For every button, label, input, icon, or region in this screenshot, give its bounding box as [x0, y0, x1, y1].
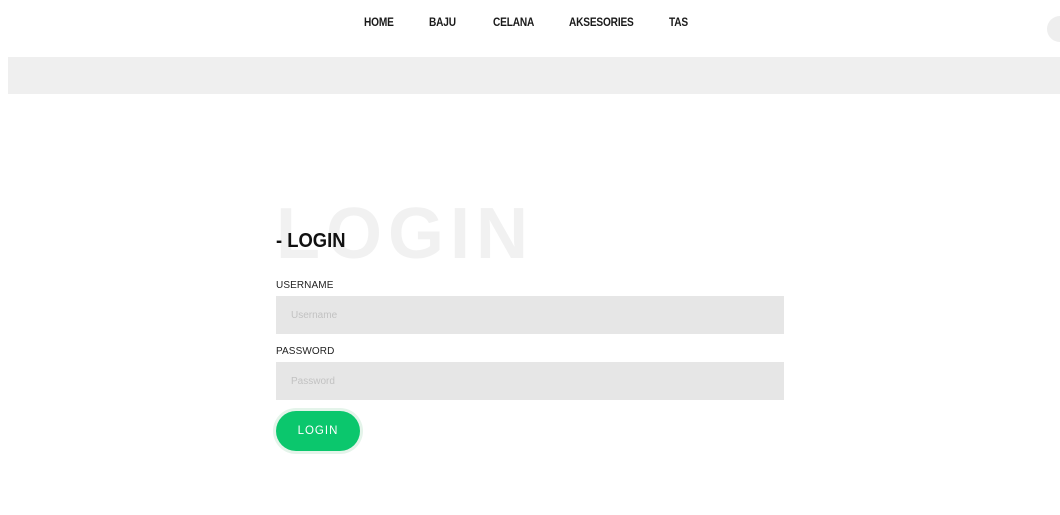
top-navigation: HOME BAJU CELANA AKSESORIES TAS — [0, 0, 1060, 48]
password-input[interactable] — [276, 362, 784, 400]
nav-link-baju[interactable]: BAJU — [429, 17, 456, 29]
nav-link-home[interactable]: HOME — [364, 17, 394, 29]
nav-link-aksesories[interactable]: AKSESORIES — [569, 17, 634, 29]
nav-link-celana[interactable]: CELANA — [493, 17, 534, 29]
login-button[interactable]: LOGIN — [276, 411, 360, 451]
password-label: PASSWORD — [276, 346, 335, 357]
corner-button[interactable] — [1047, 16, 1060, 42]
username-input[interactable] — [276, 296, 784, 334]
banner-bar — [8, 57, 1060, 94]
page-title: - LOGIN — [276, 230, 346, 252]
username-label: USERNAME — [276, 280, 334, 291]
nav-link-tas[interactable]: TAS — [669, 17, 688, 29]
login-form: LOGIN - LOGIN USERNAME PASSWORD LOGIN — [276, 190, 786, 470]
